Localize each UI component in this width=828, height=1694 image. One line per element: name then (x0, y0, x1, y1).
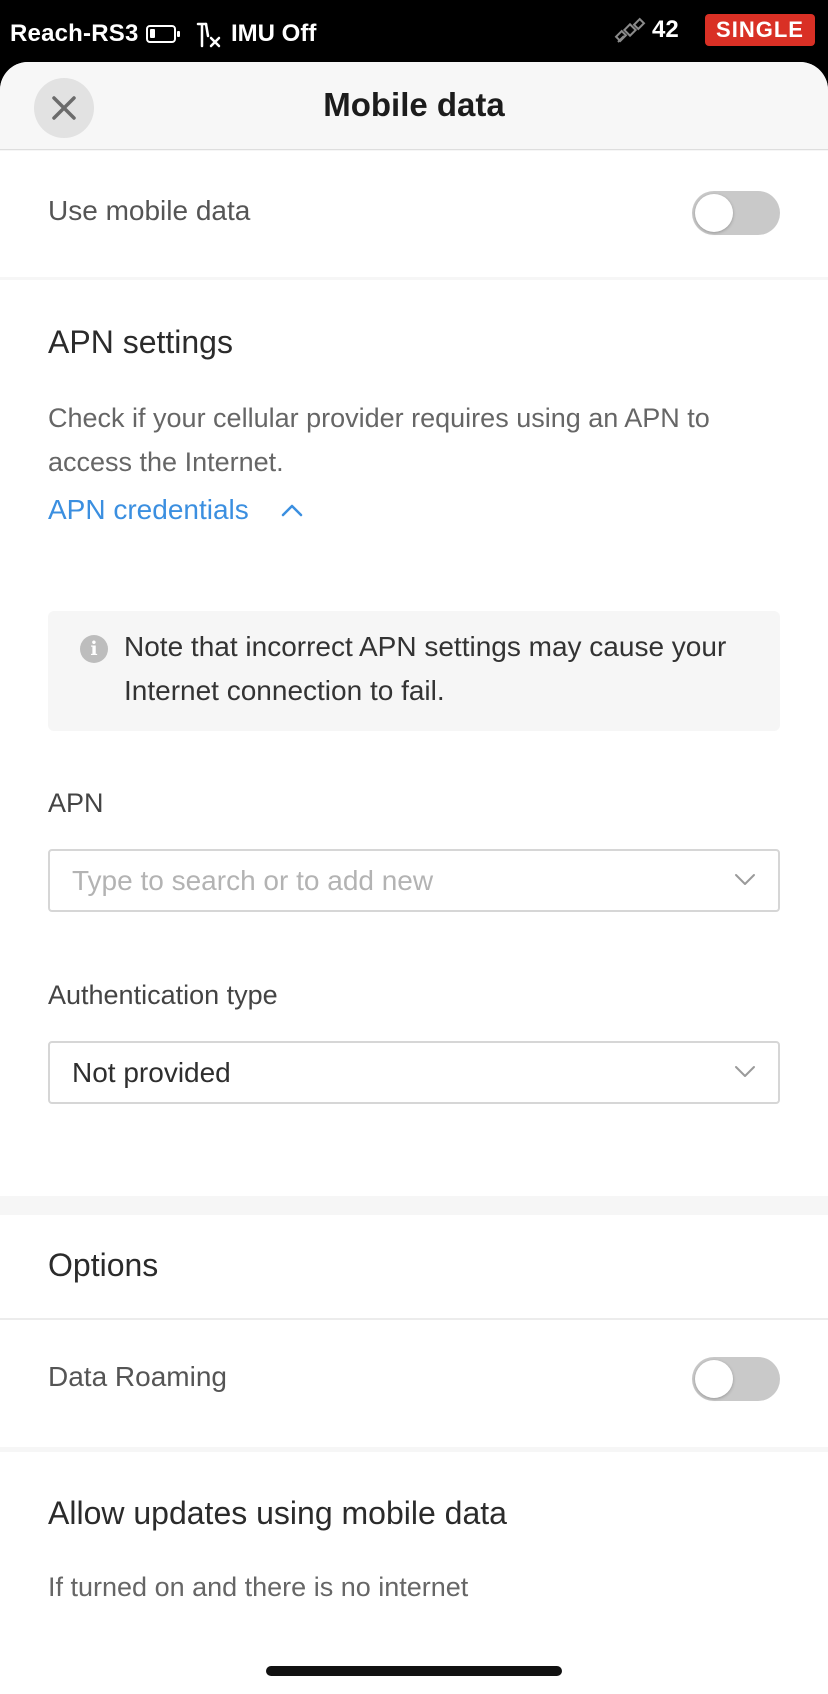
apn-warning-text: Note that incorrect APN settings may cau… (124, 631, 727, 706)
chevron-up-icon[interactable] (281, 502, 303, 518)
data-roaming-toggle[interactable] (692, 1357, 780, 1401)
use-mobile-data-toggle[interactable] (692, 191, 780, 235)
apn-settings-section: APN settings Check if your cellular prov… (0, 280, 828, 1196)
data-roaming-label: Data Roaming (48, 1361, 227, 1392)
apn-placeholder: Type to search or to add new (72, 865, 434, 896)
apn-settings-description: Check if your cellular provider requires… (48, 403, 710, 477)
mobile-data-sheet: Mobile data Use mobile data APN settings… (0, 62, 828, 1694)
use-mobile-data-row: Use mobile data (0, 151, 828, 277)
chevron-down-icon (735, 1066, 755, 1077)
solution-status-badge: SINGLE (705, 14, 815, 46)
apn-settings-title: APN settings (48, 324, 233, 360)
use-mobile-data-label: Use mobile data (48, 195, 251, 226)
options-title: Options (48, 1247, 159, 1283)
battery-icon (146, 25, 180, 43)
apn-warning-note: i Note that incorrect APN settings may c… (48, 611, 780, 731)
home-indicator (266, 1666, 562, 1676)
info-icon: i (80, 635, 108, 663)
auth-type-value: Not provided (72, 1057, 231, 1088)
device-name: Reach-RS3 (10, 20, 139, 47)
satellite-count: 42 (652, 16, 679, 43)
apn-field-label: APN (48, 788, 104, 818)
satellite-icon (614, 17, 646, 43)
status-bar: Reach-RS3 IMU Off 42 SINGLE (0, 0, 828, 62)
options-section: Options Data Roaming Allow updates using… (0, 1215, 828, 1694)
toggle-knob (695, 194, 733, 232)
imu-status: IMU Off (231, 20, 317, 47)
auth-type-select[interactable]: Not provided (48, 1041, 780, 1104)
toggle-knob (695, 1360, 733, 1398)
apn-combobox[interactable]: Type to search or to add new (48, 849, 780, 912)
divider (0, 1318, 828, 1320)
allow-updates-title: Allow updates using mobile data (48, 1495, 507, 1531)
sheet-header: Mobile data (0, 62, 828, 150)
imu-off-icon (196, 22, 221, 48)
page-title: Mobile data (323, 86, 505, 123)
divider (0, 1447, 828, 1452)
allow-updates-description: If turned on and there is no internet (48, 1572, 469, 1602)
apn-credentials-link[interactable]: APN credentials (48, 494, 249, 526)
chevron-down-icon (735, 874, 755, 885)
auth-type-label: Authentication type (48, 980, 278, 1010)
